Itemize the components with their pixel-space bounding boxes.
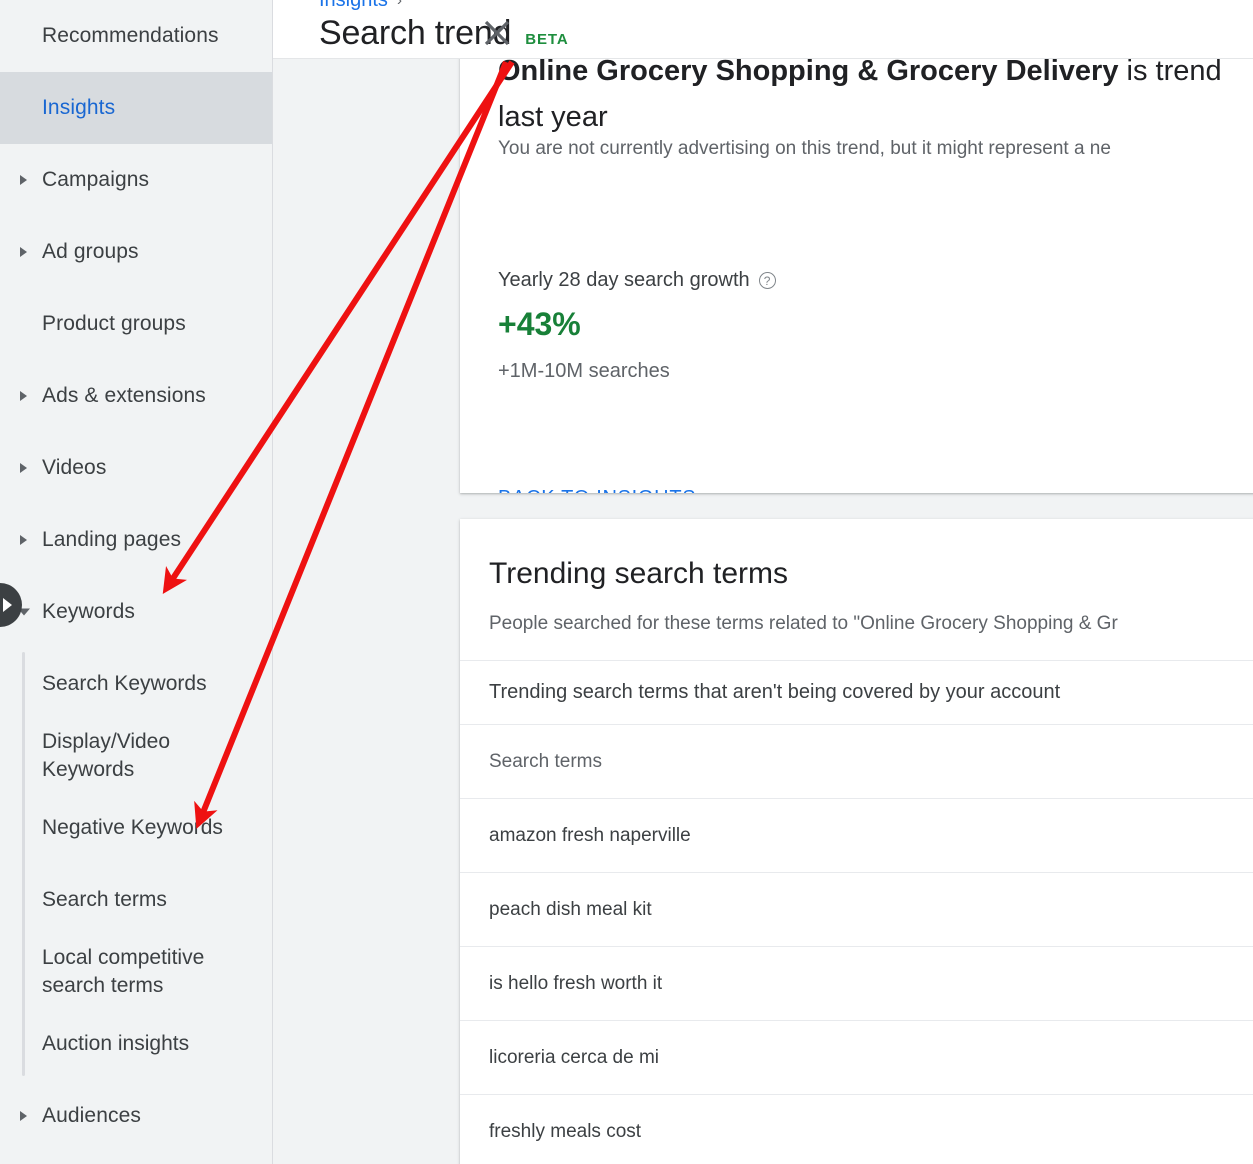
table-column-header[interactable]: Search terms [460, 725, 1253, 799]
growth-value: +43% [498, 306, 581, 342]
sidebar-item-videos[interactable]: Videos [0, 432, 272, 504]
sidebar-subitem-search-terms[interactable]: Search terms [0, 864, 272, 936]
sidebar-subitem-label: Negative Keywords [42, 816, 223, 840]
sidebar-item-audiences[interactable]: Audiences [0, 1080, 272, 1152]
chevron-right-icon [20, 535, 27, 545]
sidebar-item-label: Videos [42, 456, 107, 479]
sidebar-item-label: Ads & extensions [42, 384, 206, 407]
table-row[interactable]: freshly meals cost [460, 1095, 1253, 1164]
trend-heading-line2: last year [498, 101, 608, 133]
sidebar-subitem-label: Search Keywords [42, 672, 207, 696]
search-term-cell: licoreria cerca de mi [489, 1046, 659, 1068]
trending-search-terms-card: Trending search terms People searched fo… [460, 519, 1253, 1164]
left-sidebar: Recommendations Insights Campaigns Ad group… [0, 0, 273, 1164]
search-term-cell: is hello fresh worth it [489, 972, 663, 994]
table-row[interactable]: is hello fresh worth it [460, 947, 1253, 1021]
chevron-right-icon [20, 175, 27, 185]
search-term-cell: peach dish meal kit [489, 898, 652, 920]
sidebar-nav-list: Recommendations Insights Campaigns Ad group… [0, 0, 272, 1152]
title-row: Search trend BETA [319, 14, 569, 53]
search-term-cell: amazon fresh naperville [489, 824, 691, 846]
sidebar-subitem-label: Local competitive search terms [42, 946, 205, 997]
table-row[interactable]: amazon fresh naperville [460, 799, 1253, 873]
sidebar-item-ad-groups[interactable]: Ad groups [0, 216, 272, 288]
chevron-right-icon [20, 391, 27, 401]
chevron-right-icon [20, 1111, 27, 1121]
terms-card-title: Trending search terms [489, 557, 789, 590]
table-section-header: Trending search terms that aren't being … [460, 660, 1253, 725]
sidebar-subitem-negative-keywords[interactable]: Negative Keywords [0, 792, 272, 864]
sidebar-item-label: Audiences [42, 1104, 141, 1127]
sidebar-item-label: Recommendations [42, 24, 219, 47]
sidebar-item-recommendations[interactable]: Recommendations [0, 0, 272, 72]
growth-label-row: Yearly 28 day search growth ? [498, 269, 776, 292]
chevron-right-icon [20, 463, 27, 473]
sidebar-item-label: Campaigns [42, 168, 150, 191]
sidebar-item-label: Keywords [42, 600, 136, 623]
sidebar-item-label: Ad groups [42, 240, 139, 263]
terms-card-description: People searched for these terms related … [489, 613, 1118, 634]
sidebar-subitem-search-keywords[interactable]: Search Keywords [0, 648, 272, 720]
trend-heading-rest: is trend [1118, 59, 1222, 87]
sidebar-item-label: Product groups [42, 312, 186, 335]
page-header: Insights › Search trend BETA [273, 0, 1253, 59]
breadcrumb-link-insights[interactable]: Insights [319, 0, 388, 12]
chevron-right-icon [2, 598, 12, 612]
sidebar-item-insights[interactable]: Insights [0, 72, 272, 144]
sidebar-item-ads-extensions[interactable]: Ads & extensions [0, 360, 272, 432]
trend-description: You are not currently advertising on thi… [498, 138, 1111, 159]
search-trend-card: Online Grocery Shopping & Grocery Delive… [460, 59, 1253, 493]
sidebar-item-landing-pages[interactable]: Landing pages [0, 504, 272, 576]
app-root: Recommendations Insights Campaigns Ad group… [0, 0, 1253, 1164]
trend-heading-term: Online Grocery Shopping & Grocery Delive… [498, 59, 1119, 87]
sidebar-subitem-label: Search terms [42, 888, 167, 912]
search-terms-table-body: amazon fresh naperville peach dish meal k… [460, 799, 1253, 1164]
search-volume: +1M-10M searches [498, 360, 670, 382]
sidebar-subitem-auction-insights[interactable]: Auction insights [0, 1008, 272, 1080]
chevron-right-icon [20, 247, 27, 257]
sidebar-item-label: Landing pages [42, 528, 182, 551]
sidebar-subitem-label: Display/Video Keywords [42, 730, 171, 781]
sidebar-subitem-display-video-keywords[interactable]: Display/Video Keywords [0, 720, 272, 792]
growth-label-text: Yearly 28 day search growth [498, 269, 750, 291]
close-icon[interactable] [480, 16, 514, 50]
breadcrumb[interactable]: Insights › [319, 0, 402, 12]
main-content: Online Grocery Shopping & Grocery Delive… [273, 59, 1253, 1164]
sidebar-item-keywords[interactable]: Keywords [0, 576, 272, 648]
search-term-cell: freshly meals cost [489, 1120, 642, 1142]
sidebar-item-label: Insights [42, 96, 116, 119]
trend-heading: Online Grocery Shopping & Grocery Delive… [498, 59, 1253, 93]
sidebar-subitem-label: Auction insights [42, 1032, 190, 1056]
sidebar-item-campaigns[interactable]: Campaigns [0, 144, 272, 216]
table-row[interactable]: licoreria cerca de mi [460, 1021, 1253, 1095]
keywords-subnav: Search Keywords Display/Video Keywords Neg… [0, 648, 272, 1080]
status-badge: BETA [525, 31, 569, 48]
back-to-insights-button[interactable]: BACK TO INSIGHTS [498, 487, 696, 493]
sidebar-subitem-local-competitive-search-terms[interactable]: Local competitive search terms [0, 936, 272, 1008]
chevron-right-icon: › [396, 0, 402, 9]
help-icon[interactable]: ? [758, 272, 776, 289]
table-row[interactable]: peach dish meal kit [460, 873, 1253, 947]
sidebar-item-product-groups[interactable]: Product groups [0, 288, 272, 360]
